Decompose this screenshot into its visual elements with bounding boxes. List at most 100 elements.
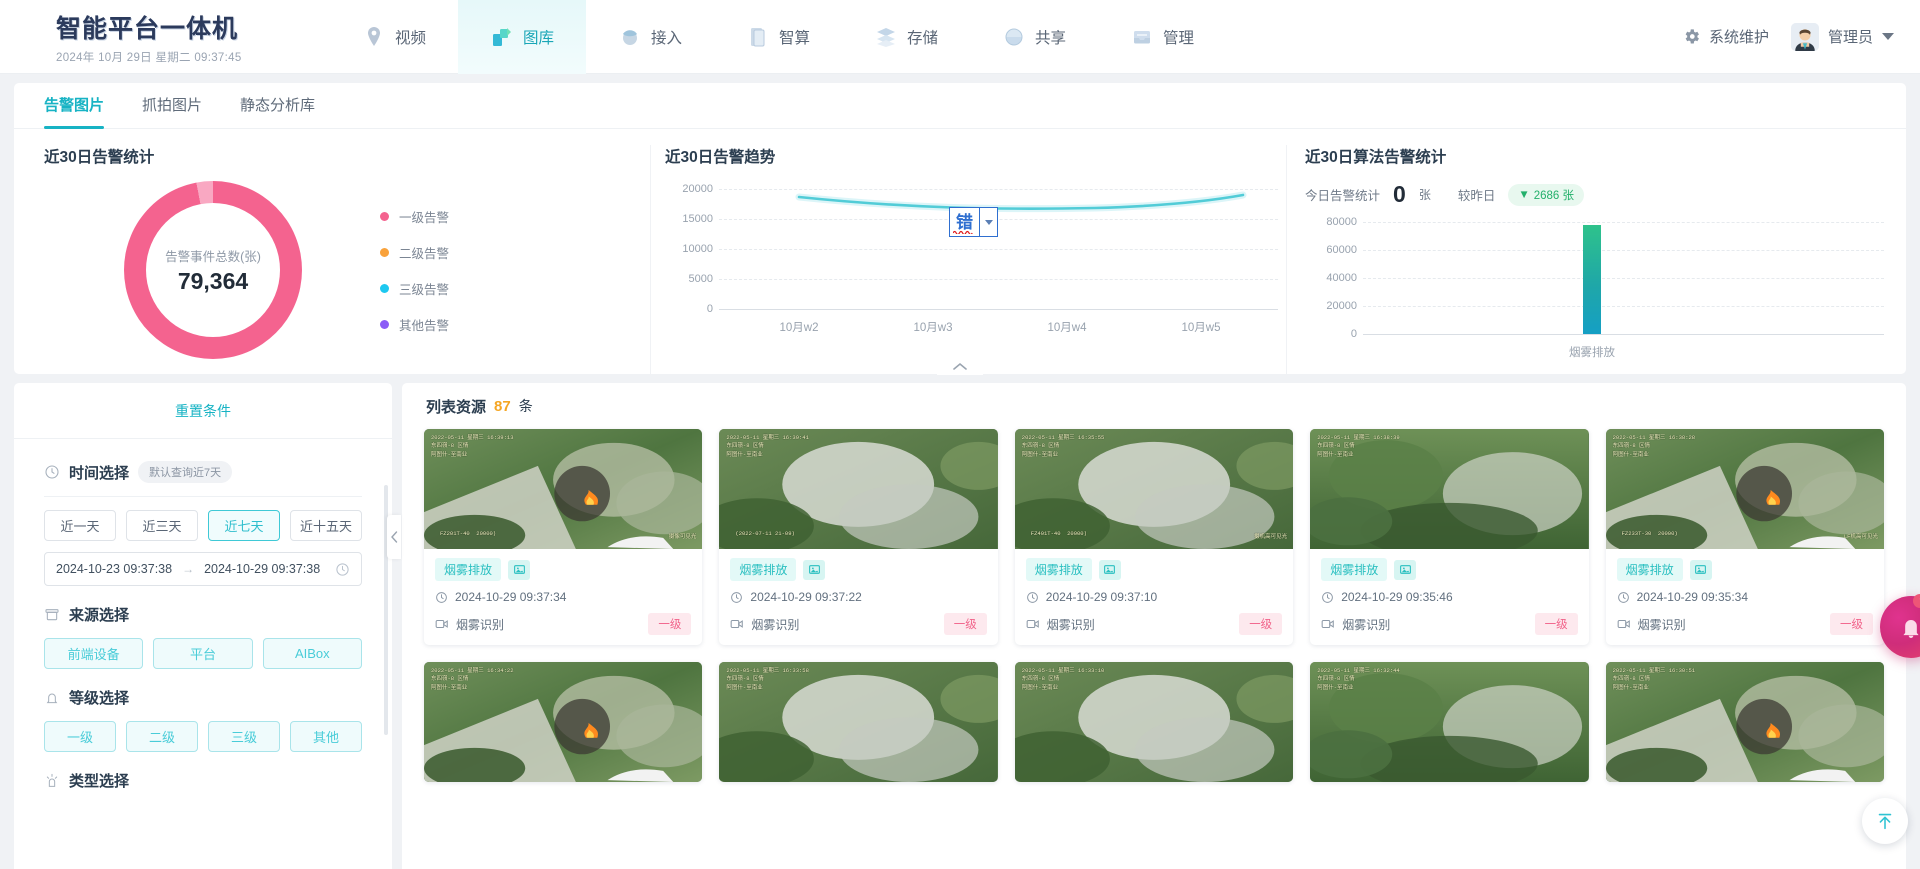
nav-item-gallery[interactable]: 图库 (458, 0, 586, 74)
level-option-1[interactable]: 一级 (44, 721, 116, 752)
card-tag-row: 烟雾排放 (1616, 558, 1873, 581)
tab-capture-images[interactable]: 抓拍图片 (142, 83, 202, 129)
legend-item-level3[interactable]: 三级告警 (380, 279, 449, 298)
clock-icon (1026, 591, 1038, 603)
time-preset-1day[interactable]: 近一天 (44, 510, 116, 541)
image-icon[interactable] (1394, 559, 1417, 580)
legend-item-level1[interactable]: 一级告警 (380, 207, 449, 226)
date-end-value[interactable]: 2024-10-29 09:37:38 (204, 562, 320, 576)
alarm-thumbnail[interactable]: 2022-05-11 星期三 16:39:13 东四嶺-8 区情 阿图什-至南业… (424, 429, 703, 549)
content-row: 重置条件 时间选择 默认查询近7天 近一天 近三天 近七天 近十五天 2024-… (14, 383, 1920, 869)
thumbnail-osd-bottom: FZ233T-30 20000) (1621, 529, 1678, 537)
source-option-frontend[interactable]: 前端设备 (44, 638, 144, 669)
ime-dropdown-button[interactable] (979, 208, 997, 236)
alarm-card-footer: 烟雾排放 2024-10-29 09:37:22 烟雾识别 一级 (719, 549, 997, 645)
thumbnail-osd-bottom-right: LF机高可见光 (1843, 532, 1878, 540)
nav-label-access: 接入 (650, 29, 682, 47)
alarm-thumbnail[interactable]: 2022-05-11 星期三 16:30:51 东四嶺-8 区情 阿图什-至南业 (1605, 662, 1884, 782)
clock-icon (731, 591, 743, 603)
tab-alarm-images[interactable]: 告警图片 (44, 83, 105, 129)
alarm-type-tag[interactable]: 烟雾排放 (1616, 558, 1683, 581)
alarm-card[interactable]: 2022-05-11 星期三 16:39:13 东四嶺-8 区情 阿图什-至南业… (424, 429, 703, 645)
alarm-thumbnail[interactable]: 2022-05-11 星期三 16:39:41 东四嶺-8 区情 阿图什-至南业… (719, 429, 998, 549)
alarm-type-tag[interactable]: 烟雾排放 (1025, 558, 1092, 581)
level-option-3[interactable]: 三级 (208, 721, 280, 752)
alarm-card[interactable]: 2022-05-11 星期三 16:34:22 东四嶺-8 区情 阿图什-至南业 (424, 662, 703, 782)
donut-center-value: 79,364 (177, 267, 249, 294)
nav-item-share[interactable]: 共享 (970, 0, 1098, 74)
clock-icon[interactable] (335, 562, 350, 577)
user-menu[interactable]: 管理员 (1790, 22, 1894, 51)
image-icon[interactable] (508, 559, 531, 580)
time-preset-3days[interactable]: 近三天 (126, 510, 198, 541)
date-start-value[interactable]: 2024-10-23 09:37:38 (56, 562, 172, 576)
nav-item-video[interactable]: 视频 (330, 0, 458, 74)
list-count: 87 (494, 397, 511, 415)
alarm-type-tag[interactable]: 烟雾排放 (435, 558, 502, 581)
algo-name: 烟雾识别 (1342, 617, 1391, 632)
filter-title-time: 时间选择 (69, 464, 130, 482)
source-option-platform[interactable]: 平台 (153, 638, 253, 669)
algo-bar-smoke[interactable] (1583, 225, 1601, 334)
alarm-thumbnail[interactable]: 2022-05-11 星期三 16:34:22 东四嶺-8 区情 阿图什-至南业 (424, 662, 703, 782)
image-icon[interactable] (1689, 559, 1712, 580)
system-maintenance-button[interactable]: 系统维护 (1682, 26, 1769, 47)
reset-conditions-link[interactable]: 重置条件 (175, 401, 231, 421)
ime-correction-popup[interactable]: 错 (949, 207, 998, 237)
scroll-to-top-button[interactable] (1862, 798, 1908, 844)
header-right: 系统维护 管理员 (1682, 22, 1920, 51)
nav-item-manage[interactable]: 管理 (1098, 0, 1226, 74)
image-icon[interactable] (1098, 559, 1121, 580)
ime-candidate-char[interactable]: 错 (950, 208, 979, 236)
alarm-thumbnail[interactable]: 2022-05-11 星期三 16:35:55 东四嶺-8 区情 阿图什-至南业… (1014, 429, 1294, 549)
filter-group-source: 来源选择 前端设备 平台 AIBox (44, 604, 362, 669)
chevron-down-icon[interactable] (1882, 33, 1894, 40)
time-preset-7days[interactable]: 近七天 (208, 510, 280, 541)
alarm-card[interactable]: 2022-05-11 星期三 16:38:39 东四嶺-8 区情 阿图什-至南业… (1310, 429, 1589, 645)
legend-item-level2[interactable]: 二级告警 (380, 243, 449, 262)
card-algo-row: 烟雾识别 一级 (1026, 613, 1283, 635)
level-option-other[interactable]: 其他 (290, 721, 362, 752)
donut-center-label: 告警事件总数(张) (165, 249, 261, 264)
nav-item-compute[interactable]: 智算 (714, 0, 842, 74)
chip-label: 前端设备 (67, 647, 120, 662)
alarm-card[interactable]: 2022-05-11 星期三 16:35:55 东四嶺-8 区情 阿图什-至南业… (1014, 429, 1294, 645)
alarm-thumbnail[interactable]: 2022-05-11 星期三 16:38:39 东四嶺-8 区情 阿图什-至南业 (1310, 429, 1589, 549)
alarm-type-tag[interactable]: 烟雾排放 (730, 558, 797, 581)
alarm-card[interactable]: 2022-05-11 星期三 16:30:51 东四嶺-8 区情 阿图什-至南业 (1605, 662, 1884, 782)
today-alarm-label: 今日告警统计 (1305, 189, 1381, 203)
image-icon[interactable] (803, 559, 826, 580)
level-option-2[interactable]: 二级 (126, 721, 198, 752)
alarm-type-tag[interactable]: 烟雾排放 (1321, 558, 1388, 581)
algo-bar-chart: 80000 60000 40000 20000 0 烟雾排放 (1305, 216, 1906, 359)
alarm-card[interactable]: 2022-05-11 星期三 16:33:10 东四嶺-8 区情 阿图什-至南业 (1014, 662, 1294, 782)
time-preset-15days[interactable]: 近十五天 (290, 510, 362, 541)
date-range-input[interactable]: 2024-10-23 09:37:38 → 2024-10-29 09:37:3… (44, 552, 362, 586)
collapse-stats-button[interactable] (937, 358, 983, 375)
card-tag-row: 烟雾排放 (730, 558, 986, 581)
time-default-hint: 默认查询近7天 (138, 461, 233, 483)
alarm-card[interactable]: 2022-05-11 星期三 16:32:44 东四嶺-8 区情 阿图什-至南业 (1310, 662, 1589, 782)
alarm-card[interactable]: 2022-05-11 星期三 16:39:41 东四嶺-8 区情 阿图什-至南业… (719, 429, 998, 645)
brand: 智能平台一体机 2024年 10月 29日 星期二 09:37:45 (0, 9, 330, 65)
nav-item-storage[interactable]: 存储 (842, 0, 970, 74)
tab-static-analysis[interactable]: 静态分析库 (240, 83, 315, 129)
algo-name: 烟雾识别 (456, 617, 505, 632)
alarm-card-footer: 烟雾排放 2024-10-29 09:37:10 烟雾识别 一级 (1015, 549, 1293, 645)
legend-item-other[interactable]: 其他告警 (380, 315, 449, 334)
filter-scroll-area: 时间选择 默认查询近7天 近一天 近三天 近七天 近十五天 2024-10-23… (14, 439, 392, 869)
algo-gridline (1363, 222, 1884, 223)
collapse-sidebar-button[interactable] (387, 515, 401, 559)
nav-item-access[interactable]: 接入 (586, 0, 714, 74)
alarm-thumbnail[interactable]: 2022-05-11 星期三 16:32:44 东四嶺-8 区情 阿图什-至南业 (1310, 662, 1589, 782)
alarm-thumbnail[interactable]: 2022-05-11 星期三 16:33:58 东四嶺-8 区情 阿图什-至南业 (719, 662, 998, 782)
alarm-card[interactable]: 2022-05-11 星期三 16:33:58 东四嶺-8 区情 阿图什-至南业 (719, 662, 998, 782)
trend-xtick: 10月w2 (779, 322, 819, 334)
alarm-thumbnail[interactable]: 2022-05-11 星期三 16:33:10 东四嶺-8 区情 阿图什-至南业 (1014, 662, 1294, 782)
alarm-card[interactable]: 2022-05-11 星期三 16:38:28 东四嶺-8 区情 阿图什-至南业… (1605, 429, 1884, 645)
alarm-thumbnail[interactable]: 2022-05-11 星期三 16:38:28 东四嶺-8 区情 阿图什-至南业… (1605, 429, 1884, 549)
legend-label: 其他告警 (399, 318, 450, 333)
source-option-aibox[interactable]: AIBox (262, 638, 362, 669)
nav-label-compute: 智算 (778, 29, 810, 47)
legend-label: 一级告警 (399, 210, 450, 225)
